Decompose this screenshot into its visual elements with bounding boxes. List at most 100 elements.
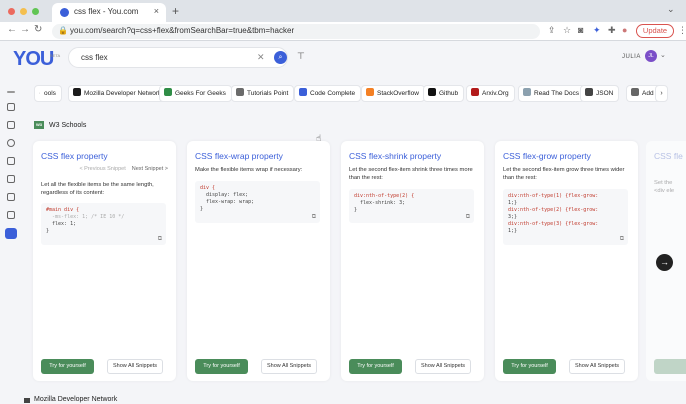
card-title[interactable]: CSS flex-grow property — [503, 151, 591, 161]
browser-menu-icon[interactable]: ⋮ — [678, 25, 686, 36]
app-chip-codecomplete[interactable]: Code Complete — [294, 85, 362, 102]
card-title[interactable]: CSS flex-shrink property — [349, 151, 441, 161]
show-all-snippets-button[interactable]: Show All Snippets — [107, 359, 163, 374]
try-yourself-button[interactable]: Try for yourself — [195, 359, 248, 374]
w3schools-icon: W3 — [34, 121, 44, 129]
arxiv-icon — [471, 88, 479, 97]
rail-image-icon[interactable] — [7, 121, 15, 129]
search-box[interactable]: css flex ✕ ⌕ — [68, 47, 288, 68]
github-icon — [428, 88, 436, 97]
app-chip-arxiv[interactable]: Arxiv.Org — [466, 85, 515, 102]
card-title[interactable]: CSS flex property — [41, 151, 108, 161]
card-description: Make the flexible items wrap if necessar… — [195, 167, 303, 173]
rail-active-app-icon[interactable] — [5, 228, 17, 239]
share-icon[interactable]: ⇪ — [548, 25, 556, 36]
add-icon — [631, 88, 639, 97]
code-block: div:nth-of-type(2) { flex-shrink: 3; } ⧉ — [349, 189, 474, 223]
snippet-pager: < Previous Snippet Next Snippet > — [33, 166, 168, 172]
rail-doc-icon[interactable] — [7, 193, 15, 201]
reload-icon[interactable]: ↻ — [34, 24, 42, 35]
new-tab-button[interactable]: + — [172, 4, 179, 18]
previous-snippet-link[interactable]: < Previous Snippet — [79, 166, 125, 172]
snippet-card: CSS flex-grow property Let the second fl… — [495, 141, 638, 381]
rail-code-icon[interactable] — [7, 175, 15, 183]
card-title[interactable]: CSS flex-wrap property — [195, 151, 283, 161]
url-field[interactable]: 🔒 you.com/search?q=css+flex&fromSearchBa… — [52, 24, 540, 39]
try-yourself-button[interactable]: Try for yourself — [503, 359, 556, 374]
try-yourself-button[interactable] — [654, 359, 686, 374]
card-description: Set the <div ele — [654, 180, 675, 194]
search-button[interactable]: ⌕ — [274, 51, 287, 64]
back-icon[interactable]: ← — [7, 24, 17, 35]
app-chip-tutorialspoint[interactable]: Tutorials Point — [231, 85, 295, 102]
app-chip-github[interactable]: Github — [423, 85, 465, 102]
rail-bookmark-icon[interactable] — [7, 211, 15, 219]
show-all-snippets-button[interactable]: Show All Snippets — [415, 359, 471, 374]
clear-search-icon[interactable]: ✕ — [257, 52, 265, 63]
source-title[interactable]: W3 Schools — [49, 122, 86, 129]
minimize-window-dot[interactable] — [20, 8, 27, 15]
card-description: Let the second flex-item shrink three ti… — [349, 167, 473, 181]
extension-icon[interactable]: ✦ — [593, 25, 601, 36]
codecomplete-icon — [299, 88, 307, 97]
app-chip-mdn[interactable]: Mozilla Developer Network — [68, 85, 168, 102]
maximize-window-dot[interactable] — [32, 8, 39, 15]
app-chips-row: ‹ ools Mozilla Developer Network Geeks F… — [34, 85, 668, 103]
browser-tab[interactable]: css flex - You.com × — [52, 3, 166, 22]
camera-icon[interactable]: ◙ — [578, 25, 583, 35]
search-input[interactable]: css flex — [81, 53, 108, 62]
json-icon — [585, 88, 593, 97]
app-chip-tools[interactable]: ools — [40, 85, 62, 102]
bookmark-star-icon[interactable]: ☆ — [563, 25, 571, 36]
avatar[interactable]: JL — [645, 50, 657, 62]
filter-icon[interactable]: ⊤ — [297, 51, 305, 62]
rail-divider — [7, 91, 15, 93]
app-chip-stackoverflow[interactable]: StackOverflow — [361, 85, 425, 102]
carousel-next-icon[interactable]: → — [656, 254, 673, 271]
app-chip-readthedocs[interactable]: Read The Docs — [518, 85, 586, 102]
mdn-icon — [24, 398, 30, 403]
close-window-dot[interactable] — [8, 8, 15, 15]
puzzle-icon[interactable]: ✚ — [608, 25, 616, 36]
app-chip-geeksforgeeks[interactable]: Geeks For Geeks — [159, 85, 232, 102]
app-chip-json[interactable]: JSON — [580, 85, 620, 102]
code-block: #main div { -ms-flex: 1; /* IE 10 */ fle… — [41, 203, 166, 245]
tab-close-icon[interactable]: × — [154, 6, 159, 16]
user-menu-chevron-icon[interactable]: ⌄ — [660, 51, 666, 59]
tab-title: css flex - You.com — [74, 7, 139, 16]
snippet-card: CSS flex property < Previous Snippet Next… — [33, 141, 176, 381]
forward-icon[interactable]: → — [20, 24, 30, 35]
apps-next-icon[interactable]: › — [655, 85, 668, 102]
snippet-card: CSS flex-shrink property Let the second … — [341, 141, 484, 381]
card-title[interactable]: CSS fle — [654, 151, 683, 161]
copy-icon[interactable]: ⧉ — [466, 213, 470, 220]
rail-circle-icon[interactable] — [7, 139, 15, 147]
next-snippet-link[interactable]: Next Snippet > — [132, 166, 168, 172]
show-all-snippets-button[interactable]: Show All Snippets — [569, 359, 625, 374]
favicon-icon — [60, 8, 69, 17]
address-bar: ← → ↻ 🔒 you.com/search?q=css+flex&fromSe… — [0, 22, 686, 41]
copy-icon[interactable]: ⧉ — [620, 235, 624, 242]
user-name[interactable]: JULIA — [622, 54, 641, 60]
tab-list-icon[interactable]: ⌄ — [667, 4, 675, 15]
try-yourself-button[interactable]: Try for yourself — [349, 359, 402, 374]
update-button[interactable]: Update — [636, 24, 674, 38]
logo-beta-label: BETA — [50, 53, 61, 58]
card-description: Let the second flex-item grow three time… — [503, 167, 625, 181]
card-description: Let all the flexible items be the same l… — [41, 182, 154, 196]
readthedocs-icon — [523, 88, 531, 97]
rail-settings-icon[interactable] — [7, 103, 15, 111]
show-all-snippets-button[interactable]: Show All Snippets — [261, 359, 317, 374]
copy-icon[interactable]: ⧉ — [158, 235, 162, 242]
copy-icon[interactable]: ⧉ — [312, 213, 316, 220]
lock-icon: 🔒 — [58, 26, 68, 35]
browser-tab-bar: css flex - You.com × + ⌄ — [0, 0, 686, 22]
you-logo[interactable]: YOU — [13, 48, 54, 71]
next-source-title[interactable]: Mozilla Developer Network — [34, 396, 117, 403]
code-block: div { display: flex; flex-wrap: wrap; } ⧉ — [195, 181, 320, 223]
mdn-icon — [73, 88, 81, 97]
rail-chat-icon[interactable] — [7, 157, 15, 165]
try-yourself-button[interactable]: Try for yourself — [41, 359, 94, 374]
search-page: YOU BETA css flex ✕ ⌕ ⊤ JULIA JL ⌄ ‹ ool… — [0, 41, 686, 404]
profile-icon[interactable]: ● — [622, 25, 627, 35]
